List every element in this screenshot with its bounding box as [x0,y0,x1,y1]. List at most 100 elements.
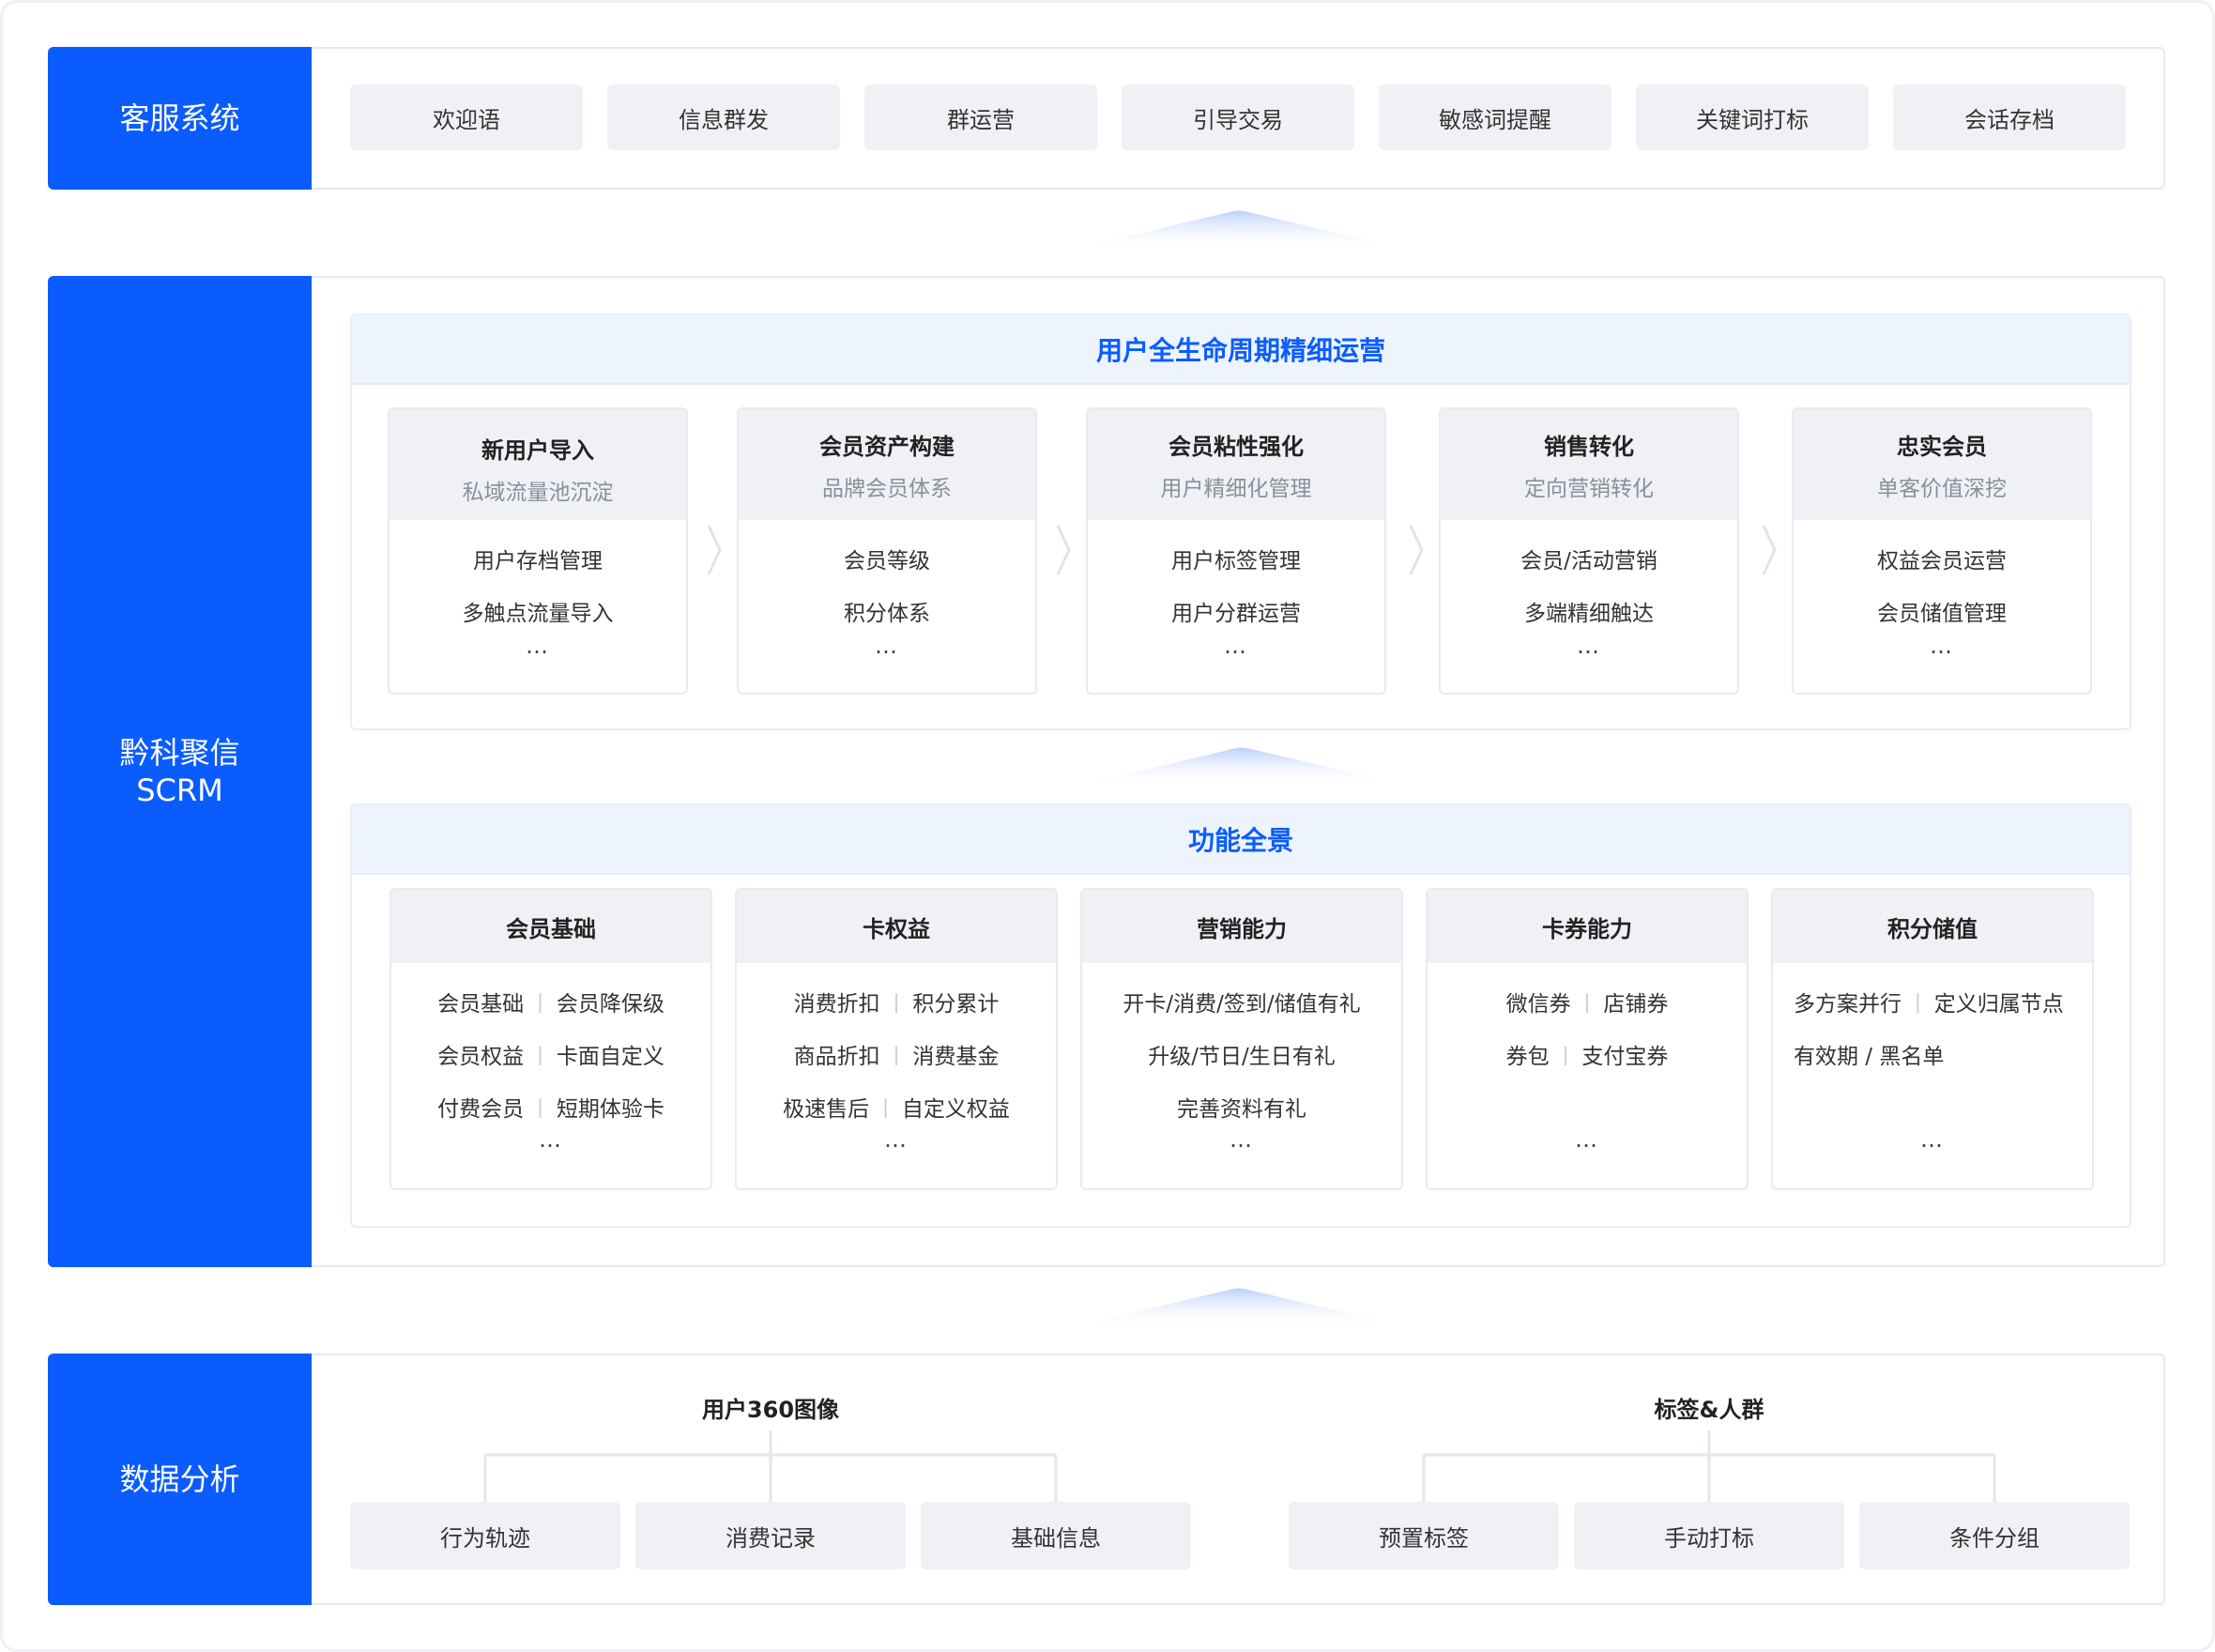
customer-service-title: 客服系统 [119,100,240,136]
stage-item: 用户标签管理 [1171,549,1301,574]
scrm-title-line2: SCRM [136,772,223,808]
stage-item: 积分体系 [844,602,930,626]
chip-guide-trade: 引导交易 [1122,84,1354,150]
feature-card-head: 积分储值 [1773,890,2092,963]
chip-session-archive: 会话存档 [1893,84,2126,150]
stage-item: 会员储值管理 [1877,602,2007,626]
customer-service-label: 客服系统 [48,47,312,190]
stage-card-head: 新用户导入 私域流量池沉淀 [390,409,686,520]
stage-item: 用户分群运营 [1171,602,1301,626]
more-ellipsis: … [1224,633,1248,659]
feature-card-head: 卡权益 [737,890,1056,963]
feature-row: 极速售后 | 自定义权益 [737,1091,1056,1123]
feature-item: 有效期 / 黑名单 [1794,1045,1945,1069]
leaf-preset-tags: 预置标签 [1289,1502,1559,1569]
feature-row: 多方案并行 | 定义归属节点 [1773,986,2092,1017]
feature-row: 会员权益 | 卡面自定义 [391,1038,710,1070]
chevron-right-icon [1409,525,1424,575]
feature-item: 会员降保级 [556,992,664,1017]
feature-card: 会员基础 会员基础 | 会员降保级 会员权益 | 卡面自定义 付费会员 | 短期体验卡 … [390,888,712,1190]
chevron-right-icon [1056,525,1071,575]
feature-item: 支付宝券 [1581,1045,1669,1069]
feature-row: 会员基础 | 会员降保级 [391,986,710,1017]
feature-row: 微信券 | 店铺券 [1428,986,1747,1017]
feature-title: 卡券能力 [1542,915,1632,942]
more-ellipsis: … [526,633,550,659]
scrm-title-line1: 黔科聚信 [119,735,240,771]
more-ellipsis: … [884,1126,909,1153]
feature-card: 营销能力 开卡/消费/签到/储值有礼 升级/节日/生日有礼 完善资料有礼 … [1080,888,1403,1190]
more-ellipsis: … [1230,1126,1254,1153]
feature-row: 券包 | 支付宝券 [1428,1038,1747,1070]
feature-item: 卡面自定义 [556,1045,664,1069]
stage-subtitle: 私域流量池沉淀 [462,481,614,505]
chip-group-ops: 群运营 [864,84,1097,150]
stage-item: 会员/活动营销 [1520,549,1657,574]
leaf-condition-grouping: 条件分组 [1859,1502,2130,1569]
separator: | [1583,990,1591,1013]
feature-title: 卡权益 [863,915,930,942]
chip-keyword-tagging: 关键词打标 [1636,84,1869,150]
separator: | [1915,990,1921,1013]
customer-service-section: 客服系统 欢迎语 信息群发 群运营 引导交易 敏感词提醒 关键词打标 会话存档 [48,47,2165,190]
more-ellipsis: … [1930,633,1954,659]
separator: | [882,1095,889,1118]
feature-item: 自定义权益 [901,1097,1010,1122]
group-title-tags: 标签&人群 [1654,1397,1764,1423]
separator: | [893,1043,900,1065]
feature-item: 会员基础 [437,992,525,1017]
feature-item: 开卡/消费/签到/储值有礼 [1123,992,1361,1017]
feature-row: 升级/节日/生日有礼 [1082,1038,1401,1070]
more-ellipsis: … [1575,1126,1599,1153]
features-title: 功能全景 [352,805,2130,875]
feature-title: 会员基础 [506,915,596,942]
feature-item: 积分累计 [912,992,1000,1017]
stage-title: 会员资产构建 [819,434,955,460]
data-analysis-section: 数据分析 用户360图像 标签&人群 行为轨迹 消费记录 基础信息 预置标签 手… [48,1354,2165,1605]
feature-item: 微信券 [1505,992,1571,1017]
up-arrow-icon [1073,747,1411,787]
stage-card: 销售转化 定向营销转化 会员/活动营销 多端精细触达 … [1439,407,1739,695]
more-ellipsis: … [1577,633,1601,659]
feature-item: 极速售后 [783,1097,870,1122]
stage-subtitle: 用户精细化管理 [1160,477,1312,501]
feature-item: 商品折扣 [793,1045,880,1069]
feature-item: 付费会员 [437,1097,525,1122]
up-arrow-icon [1070,210,1408,250]
up-arrow-icon [1070,1288,1408,1327]
leaf-basic-info: 基础信息 [921,1502,1191,1569]
stage-card-head: 忠实会员 单客价值深挖 [1794,409,2090,520]
stage-item: 权益会员运营 [1877,549,2007,574]
feature-card-head: 会员基础 [391,890,710,963]
stage-item: 多端精细触达 [1524,602,1654,626]
stage-title: 新用户导入 [481,437,594,464]
feature-item: 消费基金 [912,1045,1000,1069]
feature-row: 完善资料有礼 [1082,1091,1401,1123]
feature-item: 券包 [1505,1045,1550,1069]
stage-subtitle: 定向营销转化 [1524,477,1654,501]
chevron-right-icon [707,525,722,575]
feature-row: 付费会员 | 短期体验卡 [391,1091,710,1123]
chip-sensitive-words: 敏感词提醒 [1379,84,1612,150]
stage-item: 多触点流量导入 [462,602,614,626]
stage-card: 会员资产构建 品牌会员体系 会员等级 积分体系 … [737,407,1037,695]
stage-subtitle: 单客价值深挖 [1877,477,2007,501]
stage-card-head: 会员资产构建 品牌会员体系 [739,409,1035,520]
group-title-user-360: 用户360图像 [701,1397,840,1423]
feature-card: 卡券能力 微信券 | 店铺券 券包 | 支付宝券 … [1426,888,1749,1190]
leaf-manual-tagging: 手动打标 [1574,1502,1844,1569]
chevron-right-icon [1762,525,1777,575]
stage-title: 销售转化 [1544,434,1634,460]
feature-row: 消费折扣 | 积分累计 [737,986,1056,1017]
stage-card-head: 会员粘性强化 用户精细化管理 [1088,409,1384,520]
feature-item: 升级/节日/生日有礼 [1148,1045,1336,1069]
feature-row: 开卡/消费/签到/储值有礼 [1082,986,1401,1017]
stage-item: 用户存档管理 [473,549,603,574]
chip-broadcast: 信息群发 [607,84,840,150]
feature-row: 有效期 / 黑名单 [1773,1038,2092,1070]
feature-title: 积分储值 [1887,915,1978,942]
separator: | [537,1043,543,1065]
features-panel: 功能全景 会员基础 会员基础 | 会员降保级 会员权益 | 卡面自定义 付费会员 | 短期体… [350,803,2131,1228]
stage-subtitle: 品牌会员体系 [822,477,952,501]
stage-card-head: 销售转化 定向营销转化 [1441,409,1737,520]
